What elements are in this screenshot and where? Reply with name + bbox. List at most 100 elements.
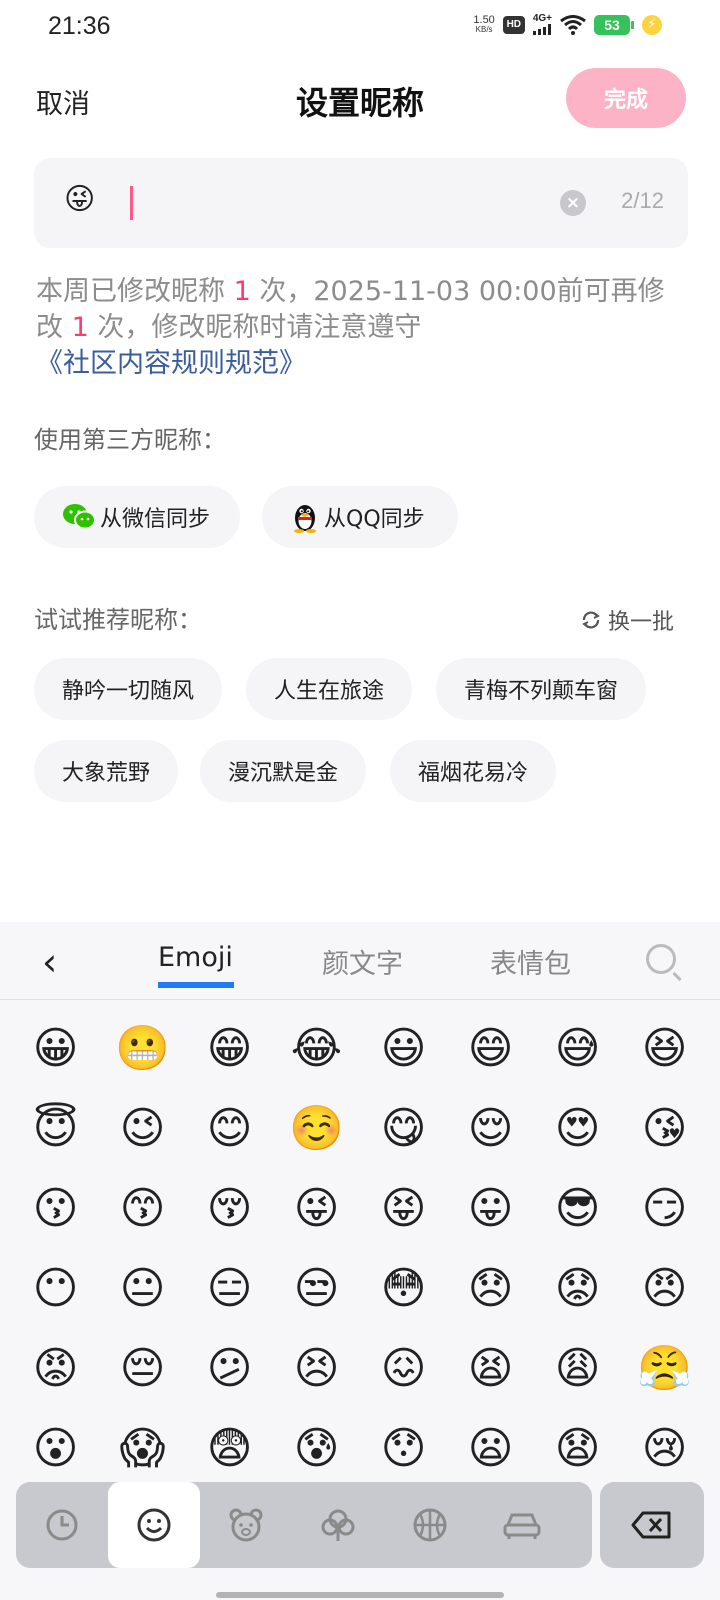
active-tab-indicator (158, 982, 234, 988)
emoji-key[interactable]: 😐 (99, 1248, 186, 1328)
emoji-key[interactable]: 😜 (273, 1168, 360, 1248)
header: 取消 设置昵称 完成 (0, 60, 720, 140)
tab-stickers[interactable]: 表情包 (490, 942, 571, 981)
emoji-key[interactable]: 😶 (12, 1248, 99, 1328)
emoji-key[interactable]: 😤 (621, 1328, 708, 1408)
emoji-key[interactable]: 😡 (12, 1328, 99, 1408)
recent-clock-icon[interactable] (16, 1482, 108, 1568)
home-indicator[interactable] (216, 1592, 504, 1598)
emoji-key[interactable]: 😁 (186, 1008, 273, 1088)
emoji-key[interactable]: 😬 (99, 1008, 186, 1088)
bear-icon[interactable] (200, 1482, 292, 1568)
status-time: 21:36 (48, 12, 111, 40)
tab-emoji[interactable]: Emoji (158, 942, 233, 973)
nickname-notice: 本周已修改昵称 1 次，2025-11-03 00:00前可再修改 1 次，修改… (36, 274, 686, 382)
emoji-key[interactable]: 😱 (99, 1408, 186, 1488)
backspace-key[interactable] (600, 1482, 704, 1568)
emoji-key[interactable]: 😨 (186, 1408, 273, 1488)
hd-icon: HD (502, 15, 525, 34)
emoji-key[interactable]: 😒 (273, 1248, 360, 1328)
emoji-key[interactable]: 😔 (99, 1328, 186, 1408)
emoji-key[interactable]: 😢 (621, 1408, 708, 1488)
emoji-key[interactable]: 😗 (12, 1168, 99, 1248)
back-chevron-icon[interactable]: ‹ (42, 940, 57, 984)
keyboard-tab-bar: ‹ Emoji 颜文字 表情包 (0, 922, 720, 1000)
tab-kaomoji[interactable]: 颜文字 (322, 942, 403, 981)
emoji-key[interactable]: 😦 (447, 1408, 534, 1488)
emoji-key[interactable]: 😧 (534, 1408, 621, 1488)
battery-icon: 53 (594, 14, 634, 35)
emoji-key[interactable]: 😉 (99, 1088, 186, 1168)
emoji-key[interactable]: 😃 (360, 1008, 447, 1088)
refresh-icon (582, 611, 600, 629)
emoji-key[interactable]: 😇 (12, 1088, 99, 1168)
emoji-key[interactable]: ☺️ (273, 1088, 360, 1168)
emoji-key[interactable]: 😑 (186, 1248, 273, 1328)
recommend-chip[interactable]: 大象荒野 (34, 740, 179, 802)
wifi-icon (560, 14, 586, 35)
recommend-chip[interactable]: 人生在旅途 (246, 658, 413, 720)
network-speed: 1.50 KB/s (473, 13, 495, 35)
recommend-chip[interactable]: 青梅不列颠车窗 (436, 658, 647, 720)
text-caret (130, 186, 133, 220)
backspace-icon (631, 1511, 671, 1539)
search-icon[interactable] (646, 944, 676, 974)
emoji-key[interactable]: 😮 (12, 1408, 99, 1488)
community-rules-link[interactable]: 《社区内容规则规范》 (36, 348, 306, 379)
emoji-key[interactable]: 😖 (360, 1328, 447, 1408)
recommend-chip[interactable]: 福烟花易冷 (390, 740, 557, 802)
network-speed-unit: KB/s (475, 24, 493, 34)
emoji-grid: 😀 😬 😁 😂 😃 😄 😅 😆 😇 😉 😊 ☺️ 😋 😌 😍 😘 😗 😙 😚 😜 😝 😛 😎 😏 😶 😐 😑 😒 😳 😞 😟 😠 😡 😔 😕 😣 😖 😫 😩… (12, 1008, 708, 1488)
refresh-button[interactable]: 换一批 (580, 604, 674, 636)
emoji-key[interactable]: 😕 (186, 1328, 273, 1408)
wechat-sync-label: 从微信同步 (100, 507, 211, 532)
status-bar: 21:36 1.50 KB/s HD 4G+ 53 ⚡ (0, 0, 720, 56)
nickname-input[interactable]: 😜 × 2/12 (34, 158, 688, 248)
emoji-key[interactable]: 😛 (447, 1168, 534, 1248)
emoji-key[interactable]: 😞 (447, 1248, 534, 1328)
basketball-icon[interactable] (384, 1482, 476, 1568)
emoji-key[interactable]: 😎 (534, 1168, 621, 1248)
emoji-key[interactable]: 😙 (99, 1168, 186, 1248)
recommend-chip[interactable]: 漫沉默是金 (200, 740, 367, 802)
signal-icon: 4G+ (532, 14, 552, 35)
notice-text-1: 本周已修改昵称 (36, 276, 234, 307)
recommend-label: 试试推荐昵称： (34, 606, 202, 634)
signal-bars (532, 24, 551, 35)
emoji-key[interactable]: 😌 (447, 1088, 534, 1168)
emoji-key[interactable]: 😳 (360, 1248, 447, 1328)
third-party-label: 使用第三方昵称： (34, 426, 226, 454)
emoji-key[interactable]: 😩 (534, 1328, 621, 1408)
emoji-key[interactable]: 😏 (621, 1168, 708, 1248)
emoji-key[interactable]: 😠 (621, 1248, 708, 1328)
emoji-key[interactable]: 😟 (534, 1248, 621, 1328)
emoji-key[interactable]: 😚 (186, 1168, 273, 1248)
emoji-key[interactable]: 😄 (447, 1008, 534, 1088)
emoji-key[interactable]: 😀 (12, 1008, 99, 1088)
done-button[interactable]: 完成 (566, 68, 686, 128)
emoji-key[interactable]: 😰 (273, 1408, 360, 1488)
smiley-icon[interactable] (108, 1482, 200, 1568)
network-speed-value: 1.50 (473, 13, 495, 26)
charging-icon: ⚡ (642, 14, 662, 35)
notice-text-3: 次，修改昵称时请注意遵守 (88, 312, 422, 343)
emoji-key[interactable]: 😋 (360, 1088, 447, 1168)
qq-penguin-icon (290, 501, 320, 533)
emoji-key[interactable]: 😍 (534, 1088, 621, 1168)
emoji-key[interactable]: 😫 (447, 1328, 534, 1408)
emoji-key[interactable]: 😅 (534, 1008, 621, 1088)
wechat-sync-button[interactable]: 从微信同步 (34, 486, 240, 548)
clear-icon[interactable]: × (560, 190, 586, 216)
recommend-chip[interactable]: 静吟一切随风 (34, 658, 223, 720)
food-icon[interactable] (292, 1482, 384, 1568)
emoji-key[interactable]: 😣 (273, 1328, 360, 1408)
emoji-key[interactable]: 😆 (621, 1008, 708, 1088)
emoji-key[interactable]: 😊 (186, 1088, 273, 1168)
emoji-key[interactable]: 😂 (273, 1008, 360, 1088)
car-icon[interactable] (476, 1482, 568, 1568)
emoji-key[interactable]: 😝 (360, 1168, 447, 1248)
qq-sync-button[interactable]: 从QQ同步 (262, 486, 458, 548)
emoji-key[interactable]: 😯 (360, 1408, 447, 1488)
emoji-key[interactable]: 😘 (621, 1088, 708, 1168)
nickname-input-value: 😜 (64, 182, 96, 217)
